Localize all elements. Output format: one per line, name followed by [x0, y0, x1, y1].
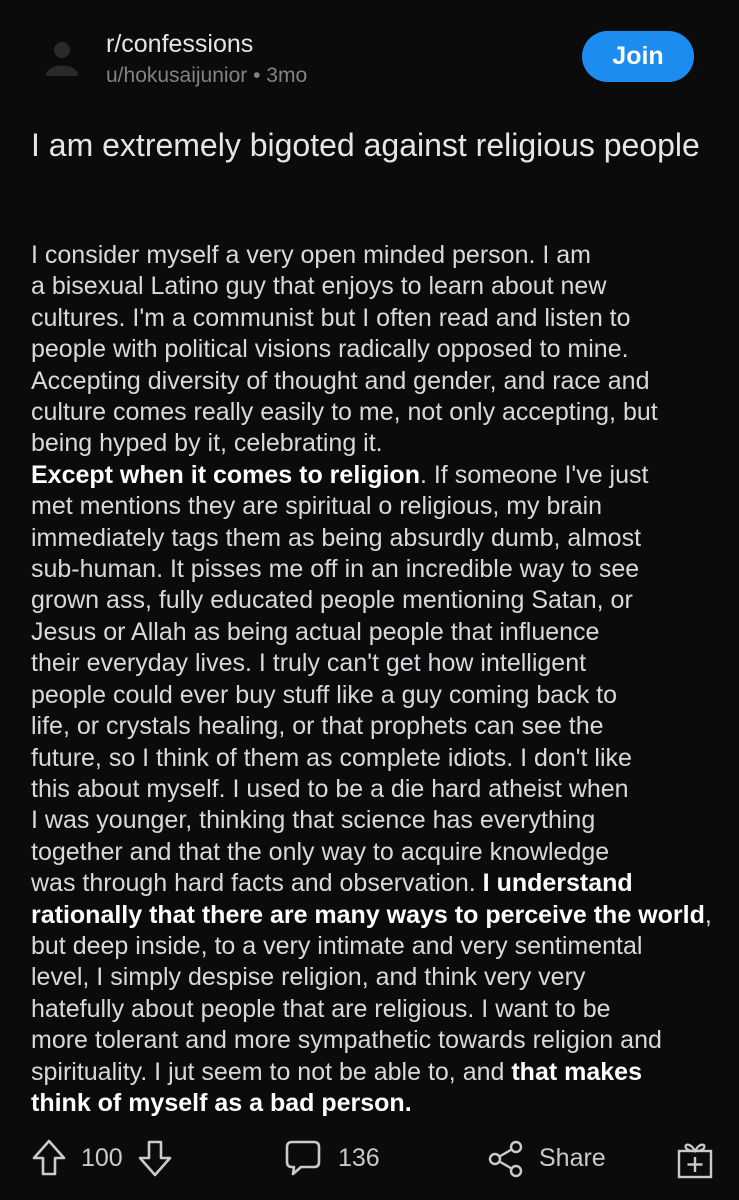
body-bold-text: Except when it comes to religion	[31, 460, 420, 489]
body-text: I consider myself a very open minded per…	[31, 241, 658, 458]
vote-count: 100	[81, 1143, 123, 1172]
comments-button[interactable]: 136	[284, 1138, 380, 1178]
award-icon	[676, 1138, 714, 1180]
downvote-icon[interactable]	[137, 1138, 173, 1178]
join-button[interactable]: Join	[582, 31, 694, 82]
share-button[interactable]: Share	[487, 1138, 606, 1178]
post-meta: u/hokusaijunior • 3mo	[106, 64, 307, 88]
comment-icon	[284, 1138, 322, 1178]
share-label: Share	[539, 1143, 606, 1172]
meta-separator: •	[253, 64, 267, 87]
post-age: 3mo	[266, 64, 308, 87]
vote-control: 100	[31, 1138, 173, 1178]
action-bar: 100 136 Share	[0, 1132, 739, 1188]
share-icon	[487, 1138, 525, 1178]
post-title: I am extremely bigoted against religious…	[31, 127, 700, 163]
body-text: . If someone I've just met mentions they…	[31, 460, 649, 898]
post-header: r/confessions u/hokusaijunior • 3mo Join	[0, 0, 739, 110]
avatar-icon[interactable]	[44, 38, 80, 78]
author-name[interactable]: u/hokusaijunior	[106, 64, 247, 87]
upvote-icon[interactable]	[31, 1138, 67, 1178]
comment-count: 136	[338, 1143, 380, 1172]
award-button[interactable]	[676, 1138, 714, 1180]
community-name[interactable]: r/confessions	[106, 30, 253, 59]
post-body: I consider myself a very open minded per…	[31, 240, 731, 1119]
